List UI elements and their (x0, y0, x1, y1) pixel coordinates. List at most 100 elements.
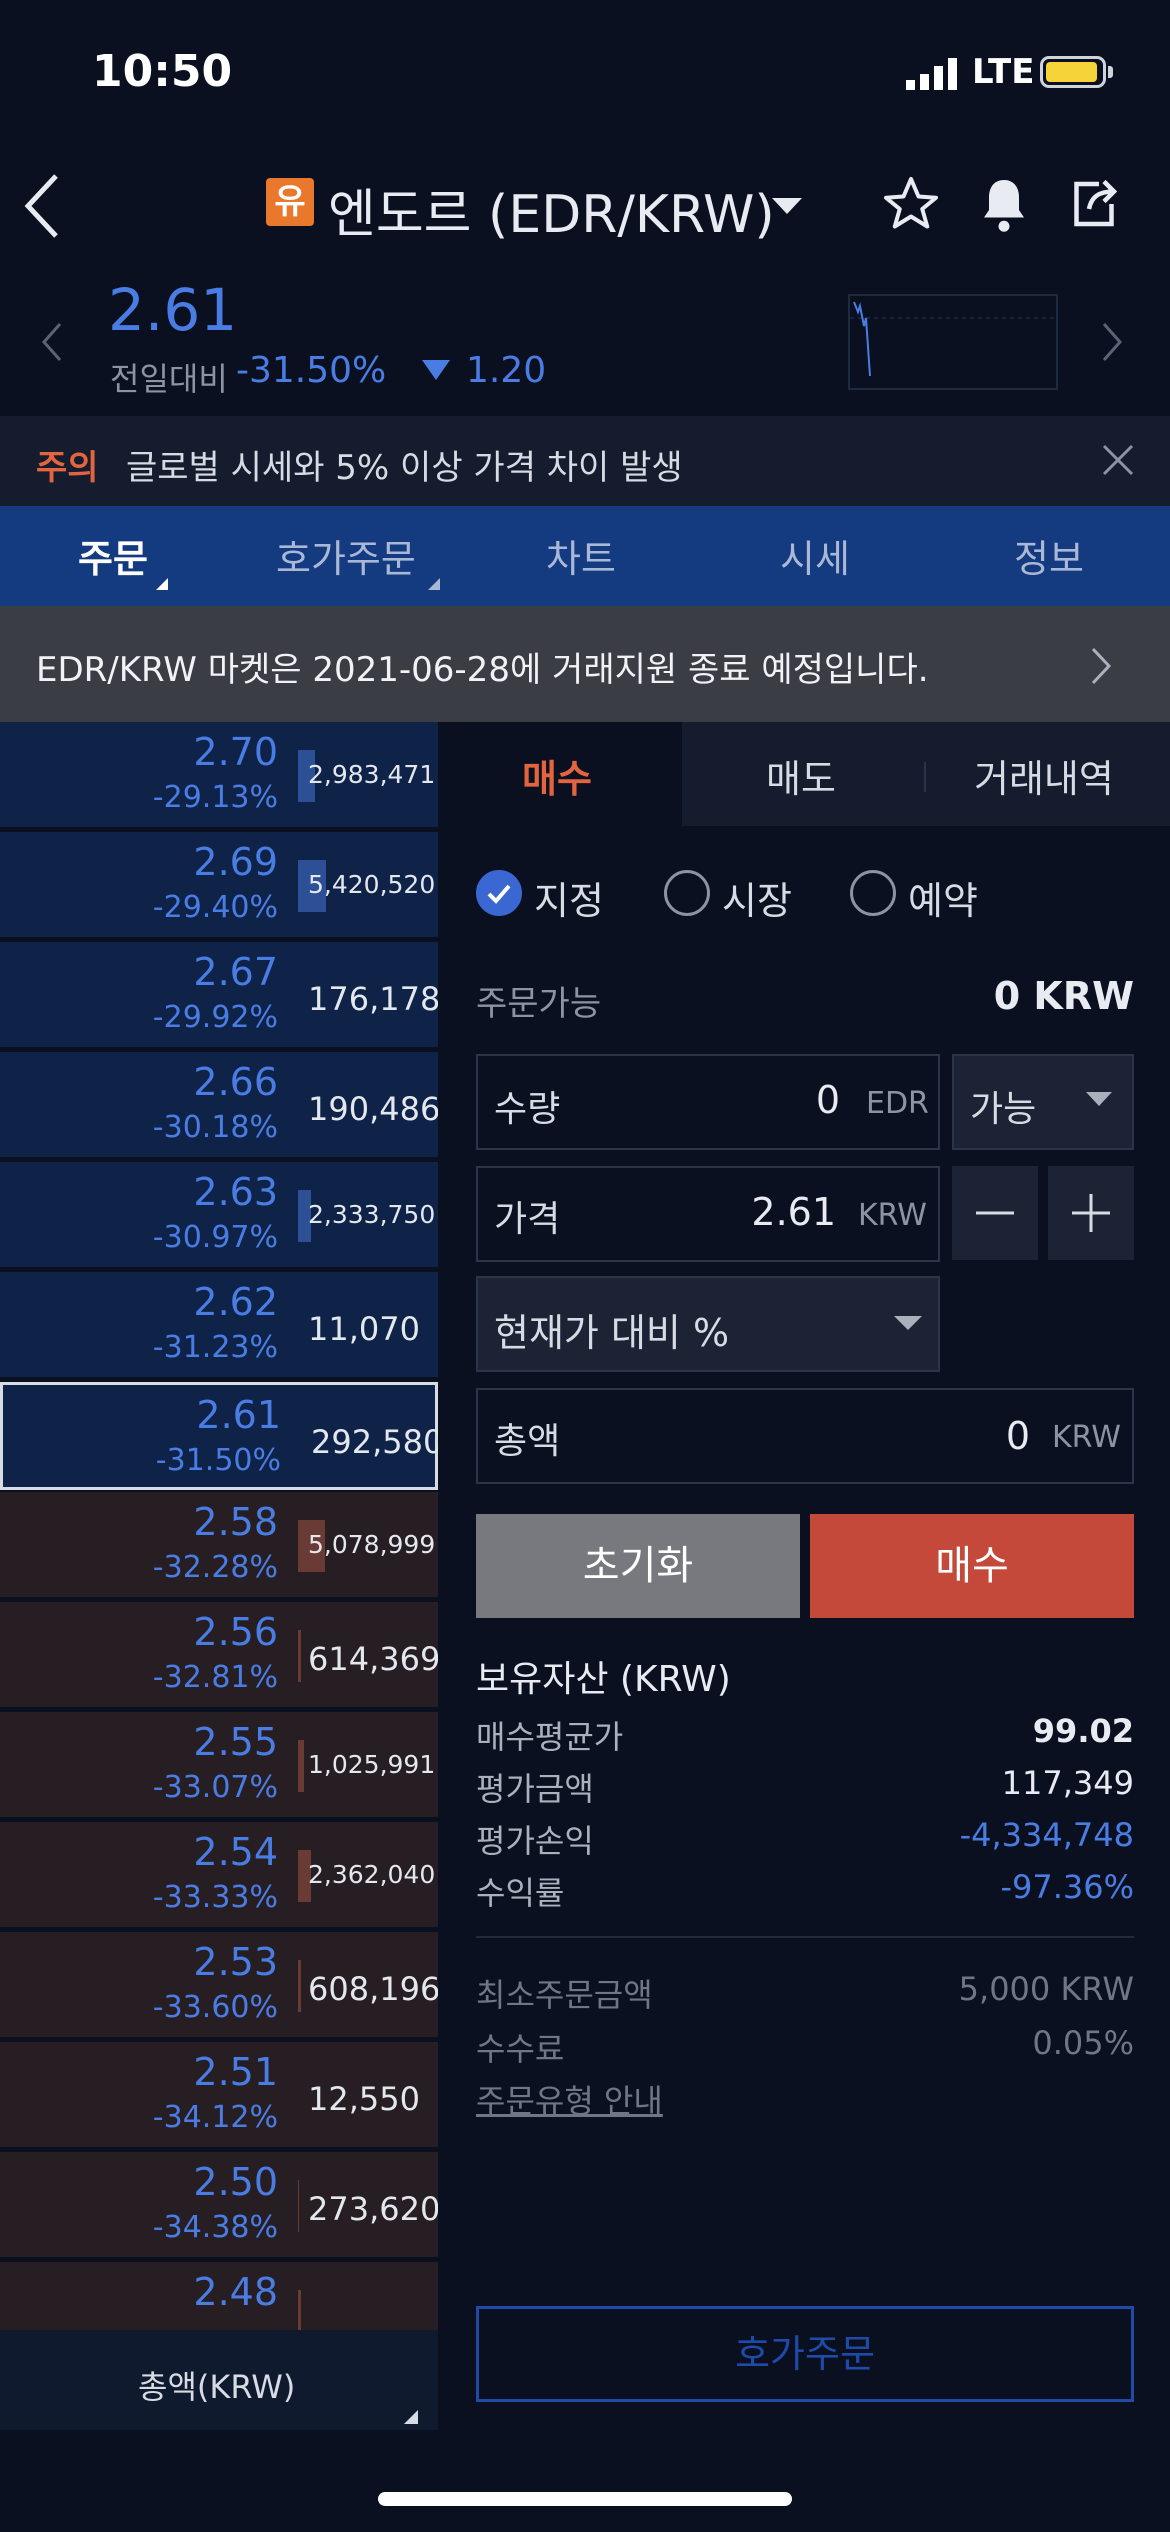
orderbook-price-cell[interactable]: 2.62 -31.23% (0, 1272, 294, 1380)
quantity-value[interactable]: 0 (640, 1078, 840, 1122)
orderbook-row[interactable]: 2.53 -33.60% 608,196 (0, 1932, 438, 2040)
orderbook-price-cell[interactable]: 2.58 -32.28% (0, 1492, 294, 1600)
battery-icon (1040, 56, 1106, 88)
orderbook-volume-cell[interactable]: 614,369 (298, 1602, 438, 1710)
orderbook-volume-cell[interactable]: 2,983,471 (298, 722, 438, 830)
back-icon[interactable] (20, 170, 64, 246)
bell-icon[interactable] (974, 174, 1034, 240)
orderbook-price-cell[interactable]: 2.69 -29.40% (0, 832, 294, 940)
orderbook-price-cell[interactable]: 2.54 -33.33% (0, 1822, 294, 1930)
side-tab-buy[interactable]: 매수 (522, 748, 592, 803)
orderbook-price-cell[interactable]: 2.56 -32.81% (0, 1602, 294, 1710)
prev-market-icon[interactable] (40, 320, 64, 368)
price-plus-button[interactable] (1048, 1166, 1134, 1260)
asset-value: 99.02 (1032, 1712, 1134, 1750)
corner-toggle-icon[interactable] (404, 2410, 418, 2424)
diff-label: 전일대비 (110, 360, 228, 398)
orderbook-price-cell[interactable]: 2.61 -31.50% (3, 1385, 297, 1493)
hoga-order-button[interactable]: 호가주문 (476, 2306, 1134, 2402)
orderbook-volume-cell[interactable]: 2,362,040 (298, 1822, 438, 1930)
volume-bar (298, 1630, 301, 1682)
warning-badge: 유 (266, 178, 314, 226)
home-indicator[interactable] (378, 2492, 792, 2506)
chevron-down-icon[interactable] (1086, 1092, 1112, 1112)
orderbook-price-cell[interactable]: 2.66 -30.18% (0, 1052, 294, 1160)
orderbook-row[interactable]: 2.54 -33.33% 2,362,040 (0, 1822, 438, 1930)
side-tab-history[interactable]: 거래내역 (974, 748, 1114, 803)
next-market-icon[interactable] (1100, 320, 1124, 368)
orderbook-row[interactable]: 2.50 -34.38% 273,620 (0, 2152, 438, 2260)
orderbook-price-cell[interactable]: 2.55 -33.07% (0, 1712, 294, 1820)
radio-market[interactable] (664, 870, 710, 916)
star-icon[interactable] (880, 174, 942, 238)
orderbook-volume: 2,983,471 (308, 760, 436, 789)
chevron-right-icon[interactable] (1090, 646, 1112, 690)
orderbook-row[interactable]: 2.66 -30.18% 190,486 (0, 1052, 438, 1160)
orderbook-price-cell[interactable]: 2.63 -30.97% (0, 1162, 294, 1270)
orderbook-price-cell[interactable]: 2.70 -29.13% (0, 722, 294, 830)
order-type-guide-link[interactable]: 주문유형 안내 (476, 2076, 663, 2122)
tab-order[interactable]: 주문 (78, 528, 148, 583)
orderbook-volume-cell[interactable]: 190,486 (298, 1052, 438, 1160)
available-label: 주문가능 (476, 984, 602, 1024)
total-unit: KRW (1052, 1420, 1121, 1455)
tab-hoga-order[interactable]: 호가주문 (276, 528, 416, 583)
orderbook-row[interactable]: 2.58 -32.28% 5,078,999 (0, 1492, 438, 1600)
radio-reserve-label[interactable]: 예약 (908, 870, 978, 925)
orderbook-price-cell[interactable]: 2.53 -33.60% (0, 1932, 294, 2040)
orderbook-percent: -30.18% (152, 1110, 278, 1145)
orderbook-row[interactable]: 2.61 -31.50% 292,580 (0, 1382, 438, 1490)
orderbook-price-cell[interactable]: 2.67 -29.92% (0, 942, 294, 1050)
orderbook-row[interactable]: 2.56 -32.81% 614,369 (0, 1602, 438, 1710)
orderbook-row[interactable]: 2.70 -29.13% 2,983,471 (0, 722, 438, 830)
price-minus-button[interactable] (952, 1166, 1038, 1260)
orderbook-percent: -33.07% (152, 1770, 278, 1805)
orderbook-volume-cell[interactable]: 292,580 (301, 1385, 438, 1493)
chevron-down-icon[interactable] (894, 1316, 922, 1336)
orderbook-volume-cell[interactable]: 12,550 (298, 2042, 438, 2150)
orderbook-price: 2.50 (193, 2160, 278, 2204)
total-field[interactable] (476, 1388, 1134, 1484)
tab-info[interactable]: 정보 (1014, 528, 1084, 583)
orderbook-volume-cell[interactable]: 608,196 (298, 1932, 438, 2040)
orderbook-volume-cell[interactable]: 273,620 (298, 2152, 438, 2260)
mini-chart[interactable] (848, 294, 1058, 390)
asset-value: -97.36% (1000, 1868, 1134, 1906)
orderbook-volume: 273,620 (308, 2190, 438, 2228)
share-icon[interactable] (1064, 174, 1124, 238)
radio-market-label[interactable]: 시장 (722, 870, 792, 925)
reset-button[interactable]: 초기화 (476, 1514, 800, 1618)
tab-chart[interactable]: 차트 (546, 528, 616, 583)
close-icon[interactable] (1100, 442, 1136, 482)
orderbook-row[interactable]: 2.69 -29.40% 5,420,520 (0, 832, 438, 940)
chevron-down-icon[interactable] (772, 198, 802, 220)
orderbook-percent: -29.13% (152, 780, 278, 815)
orderbook-row[interactable]: 2.62 -31.23% 11,070 (0, 1272, 438, 1380)
orderbook-volume-cell[interactable]: 176,178 (298, 942, 438, 1050)
buy-button[interactable]: 매수 (810, 1514, 1134, 1618)
orderbook-price-cell[interactable]: 2.51 -34.12% (0, 2042, 294, 2150)
total-value[interactable]: 0 (830, 1414, 1030, 1458)
orderbook-price-cell[interactable]: 2.50 -34.38% (0, 2152, 294, 2260)
tab-quotes[interactable]: 시세 (780, 528, 850, 583)
orderbook-volume: 2,362,040 (308, 1860, 436, 1889)
orderbook-volume-cell[interactable]: 5,420,520 (298, 832, 438, 940)
orderbook-percent: -30.97% (152, 1220, 278, 1255)
orderbook-price: 2.63 (193, 1170, 278, 1214)
price-value[interactable]: 2.61 (636, 1190, 836, 1234)
orderbook-volume-cell[interactable]: 2,333,750 (298, 1162, 438, 1270)
radio-limit-label[interactable]: 지정 (534, 870, 604, 925)
orderbook-row[interactable]: 2.67 -29.92% 176,178 (0, 942, 438, 1050)
orderbook-volume: 5,078,999 (308, 1530, 436, 1559)
side-tab-sell[interactable]: 매도 (766, 748, 836, 803)
orderbook-row[interactable]: 2.55 -33.07% 1,025,991 (0, 1712, 438, 1820)
orderbook-row[interactable]: 2.63 -30.97% 2,333,750 (0, 1162, 438, 1270)
orderbook-volume-cell[interactable]: 1,025,991 (298, 1712, 438, 1820)
down-triangle-icon (422, 360, 450, 386)
orderbook-volume-cell[interactable]: 11,070 (298, 1272, 438, 1380)
radio-limit[interactable] (476, 870, 522, 916)
orderbook-volume-cell[interactable]: 5,078,999 (298, 1492, 438, 1600)
orderbook-row[interactable]: 2.51 -34.12% 12,550 (0, 2042, 438, 2150)
market-title[interactable]: 엔도르 (EDR/KRW) (328, 172, 775, 247)
radio-reserve[interactable] (850, 870, 896, 916)
